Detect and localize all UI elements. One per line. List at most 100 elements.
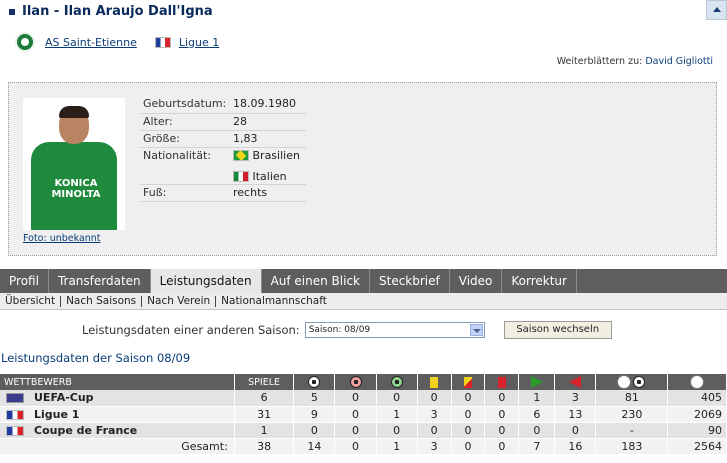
cell: 6 (234, 390, 295, 407)
cell: 7 (518, 438, 556, 455)
club-logo-icon[interactable] (15, 32, 35, 52)
cell: 0 (451, 438, 486, 455)
league-link[interactable]: Ligue 1 (179, 36, 219, 49)
tab-auf-einen-blick[interactable]: Auf einen Blick (262, 269, 370, 293)
profile-row: Geburtsdatum: 18.09.1980 (140, 96, 306, 114)
cell: 0 (376, 422, 418, 439)
cell: 183 (595, 438, 669, 455)
club-link[interactable]: AS Saint-Etienne (45, 36, 137, 49)
header-sub-out (554, 374, 597, 390)
tab-leistungsdaten[interactable]: Leistungsdaten (150, 269, 262, 293)
profile-row: Größe: 1,83 (140, 130, 306, 148)
total-row: Gesamt: 38 14 0 1 3 0 0 7 16 183 2564 (0, 438, 727, 455)
cell: 0 (484, 390, 520, 407)
competition-cell[interactable]: Coupe de France (0, 422, 235, 439)
yellow-card-icon (430, 376, 439, 388)
header-minutes-per-goal (595, 374, 669, 390)
own-goal-icon (349, 376, 362, 388)
sub-out-icon (569, 376, 582, 388)
profile-value: Italien (230, 164, 306, 185)
subtab-nach-saisons[interactable]: Nach Saisons (61, 295, 143, 307)
tab-video[interactable]: Video (450, 269, 503, 293)
cell: 38 (234, 438, 295, 455)
goal-icon (308, 376, 321, 388)
nationality-1: Brasilien (252, 148, 300, 162)
tab-korrektur[interactable]: Korrektur (502, 269, 577, 293)
player-photo: KONICA MINOLTA (23, 98, 125, 230)
cell: 16 (554, 438, 597, 455)
cell: 0 (334, 438, 377, 455)
cell: 1 (376, 438, 418, 455)
cell: 9 (293, 406, 336, 423)
sub-tabs: Übersicht Nach Saisons Nach Verein Natio… (0, 293, 727, 310)
competition-cell[interactable]: UEFA-Cup (0, 390, 235, 407)
total-label: Gesamt: (0, 438, 235, 455)
profile-value: 28 (230, 113, 306, 131)
profile-value: Brasilien (230, 147, 306, 164)
profile-label: Alter: (140, 113, 230, 131)
cell: 3 (554, 390, 597, 407)
season-select-label: Leistungsdaten einer anderen Saison: (82, 323, 300, 337)
profile-row: Italien (140, 164, 306, 185)
cell: 13 (554, 406, 597, 423)
table-row: UEFA-Cup 6 5 0 0 0 0 0 1 3 81 405 (0, 390, 727, 407)
assist-icon (390, 376, 403, 388)
header-goals (293, 374, 336, 390)
cell: 6 (518, 406, 556, 423)
cell: 31 (234, 406, 295, 423)
profile-label: Größe: (140, 130, 230, 148)
header-red (484, 374, 520, 390)
cell: 0 (376, 390, 418, 407)
header-yellow-red (451, 374, 486, 390)
cell: 5 (293, 390, 336, 407)
profile-box: KONICA MINOLTA Foto: unbekannt Geburtsda… (8, 82, 717, 256)
competition-cell[interactable]: Ligue 1 (0, 406, 235, 423)
profile-row: Fuß: rechts (140, 184, 306, 202)
subtab-nationalmannschaft[interactable]: Nationalmannschaft (216, 295, 332, 307)
chevron-down-icon[interactable] (469, 324, 483, 336)
cell: 2564 (667, 438, 727, 455)
scroll-top-icon[interactable] (706, 0, 727, 20)
brazil-flag-icon (233, 150, 249, 161)
cell: 81 (595, 390, 669, 407)
competition-name[interactable]: Coupe de France (34, 424, 137, 437)
stats-table: WETTBEWERB SPIELE UEFA-Cup 6 5 0 0 0 0 0… (0, 374, 727, 455)
photo-sponsor: KONICA MINOLTA (51, 178, 101, 200)
change-season-button[interactable]: Saison wechseln (503, 321, 612, 339)
cell: 0 (417, 422, 452, 439)
header-competition: WETTBEWERB (0, 374, 235, 390)
season-heading: Leistungsdaten der Saison 08/09 (1, 351, 191, 365)
italy-flag-icon (233, 171, 249, 182)
cell: 0 (293, 422, 336, 439)
sub-in-icon (530, 376, 543, 388)
subtab-nach-verein[interactable]: Nach Verein (142, 295, 217, 307)
profile-data-table: Geburtsdatum: 18.09.1980 Alter: 28 Größe… (140, 96, 306, 202)
red-card-icon (497, 376, 506, 388)
browse-label: Weiterblättern zu: (556, 56, 643, 67)
browse-next-link[interactable]: David Gigliotti (645, 56, 713, 67)
subtab-uebersicht[interactable]: Übersicht (0, 295, 62, 307)
cell: - (595, 422, 669, 439)
table-row: Coupe de France 1 0 0 0 0 0 0 0 0 - 90 (0, 422, 727, 439)
header-games: SPIELE (234, 374, 295, 390)
cell: 0 (518, 422, 556, 439)
cell: 90 (667, 422, 727, 439)
cell: 0 (484, 422, 520, 439)
yellow-red-card-icon (464, 376, 473, 388)
competition-name[interactable]: UEFA-Cup (34, 391, 94, 404)
cell: 14 (293, 438, 336, 455)
cell: 0 (484, 406, 520, 423)
france-flag-icon (6, 409, 24, 420)
season-select[interactable]: Saison: 08/09 (304, 322, 485, 338)
uefa-logo-icon (6, 393, 24, 404)
tab-steckbrief[interactable]: Steckbrief (370, 269, 450, 293)
main-tabs: Profil Transferdaten Leistungsdaten Auf … (0, 269, 727, 293)
minutes-played-icon (691, 376, 704, 388)
cell: 1 (376, 406, 418, 423)
photo-caption-link[interactable]: Foto: unbekannt (23, 233, 101, 244)
season-select-value: Saison: 08/09 (308, 325, 371, 335)
tab-transferdaten[interactable]: Transferdaten (49, 269, 151, 293)
competition-name[interactable]: Ligue 1 (34, 408, 79, 421)
cell: 2069 (667, 406, 727, 423)
tab-profil[interactable]: Profil (0, 269, 49, 293)
